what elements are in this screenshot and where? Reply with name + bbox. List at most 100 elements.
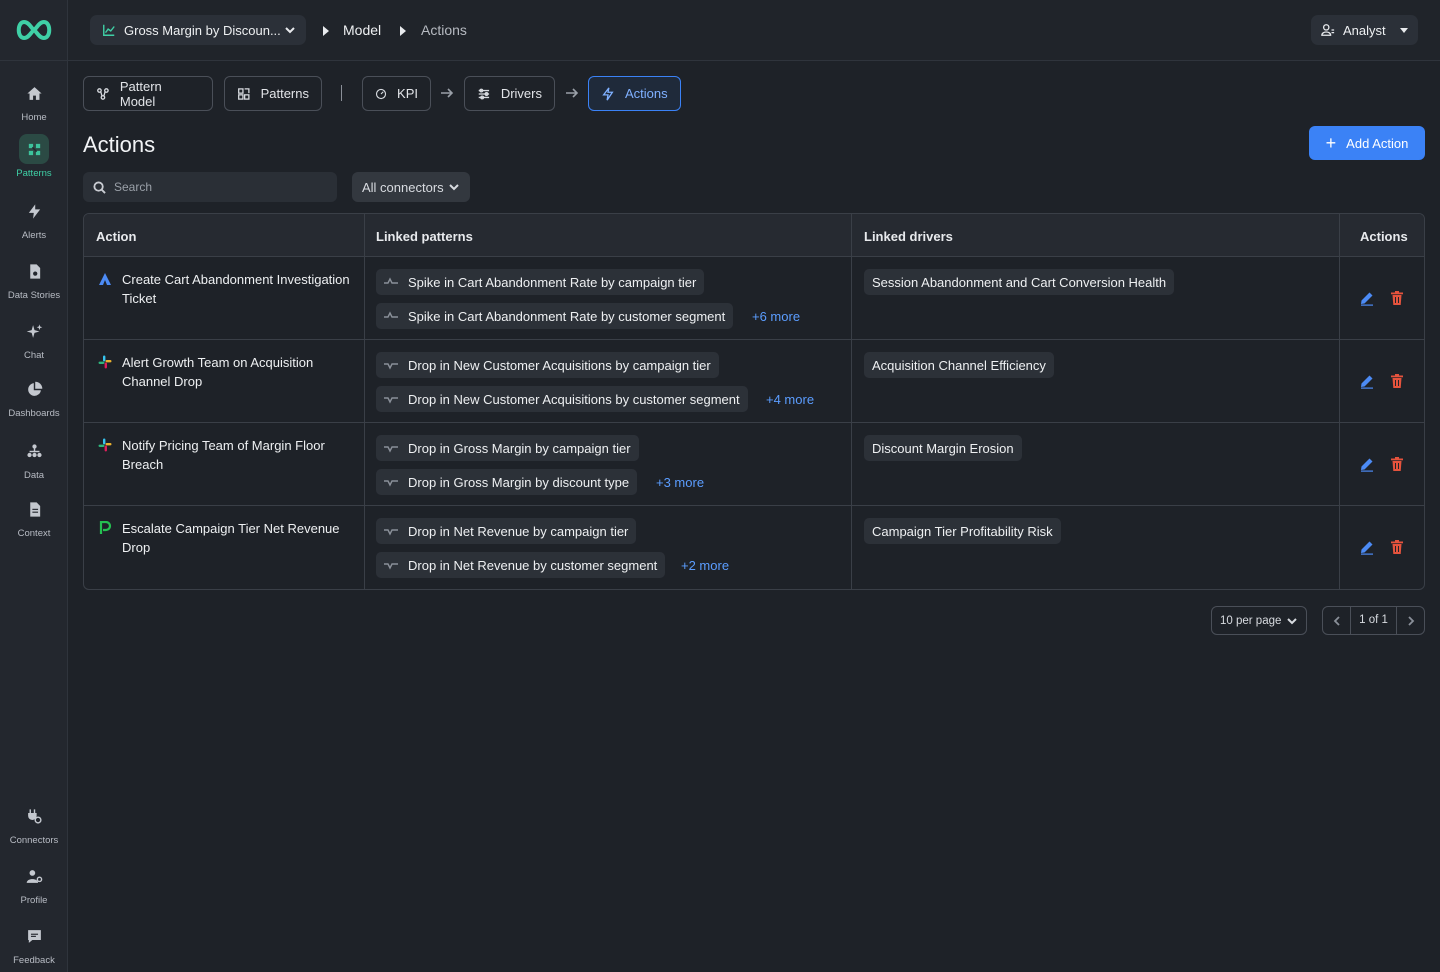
search-input[interactable] bbox=[114, 180, 314, 194]
linked-pattern-pill[interactable]: Spike in Cart Abandonment Rate by custom… bbox=[376, 303, 734, 329]
linked-pattern-pill[interactable]: Drop in Net Revenue by customer segment bbox=[376, 552, 666, 578]
linked-pattern-pill[interactable]: Spike in Cart Abandonment Rate by campai… bbox=[376, 269, 705, 295]
line-chart-icon bbox=[103, 24, 115, 36]
arrow-right-icon bbox=[441, 88, 454, 98]
linked-driver-pill[interactable]: Session Abandonment and Cart Conversion … bbox=[864, 269, 1175, 295]
pattern-label: Drop in New Customer Acquisitions by cam… bbox=[408, 357, 711, 373]
sparkline-icon bbox=[384, 277, 398, 284]
linked-pattern-pill[interactable]: Drop in Gross Margin by discount type bbox=[376, 469, 638, 495]
table-row: Notify Pricing Team of Margin Floor Brea… bbox=[84, 423, 1424, 506]
sidebar-item-label: Data bbox=[23, 470, 45, 481]
sidebar: Home Patterns Alerts Data Stories Chat D… bbox=[0, 0, 68, 972]
action-name[interactable]: Notify Pricing Team of Margin Floor Brea… bbox=[122, 436, 352, 474]
page-indicator: 1 of 1 bbox=[1359, 614, 1388, 626]
sidebar-item-label: Context bbox=[17, 528, 51, 539]
pattern-label: Drop in Gross Margin by discount type bbox=[408, 474, 630, 490]
sparkline-icon bbox=[384, 397, 398, 404]
linked-pattern-pill[interactable]: Drop in New Customer Acquisitions by cam… bbox=[376, 352, 719, 378]
sidebar-item-label: Data Stories bbox=[7, 290, 61, 301]
tab-pattern-model[interactable]: Pattern Model bbox=[83, 76, 213, 111]
tab-kpi[interactable]: KPI bbox=[362, 76, 431, 111]
per-page-select[interactable]: 10 per page bbox=[1211, 606, 1307, 635]
header-linked-patterns: Linked patterns bbox=[376, 229, 473, 244]
sidebar-item-home[interactable]: Home bbox=[0, 78, 68, 123]
chevron-down-icon bbox=[285, 27, 295, 34]
linked-pattern-pill[interactable]: Drop in Net Revenue by campaign tier bbox=[376, 518, 637, 544]
sparkline-icon bbox=[384, 563, 398, 570]
tab-divider bbox=[341, 85, 342, 101]
sidebar-item-context[interactable]: Context bbox=[0, 494, 68, 539]
linked-pattern-pill[interactable]: Drop in New Customer Acquisitions by cus… bbox=[376, 386, 748, 412]
sidebar-item-label: Alerts bbox=[21, 230, 47, 241]
sidebar-item-connectors[interactable]: Connectors bbox=[0, 801, 68, 846]
driver-label: Campaign Tier Profitability Risk bbox=[872, 523, 1053, 539]
slack-icon bbox=[98, 355, 112, 369]
add-action-button[interactable]: + Add Action bbox=[1309, 126, 1425, 160]
sidebar-item-chat[interactable]: Chat bbox=[0, 316, 68, 361]
delete-icon[interactable] bbox=[1389, 539, 1405, 555]
action-name[interactable]: Escalate Campaign Tier Net Revenue Drop bbox=[122, 519, 352, 557]
sidebar-item-profile[interactable]: Profile bbox=[0, 861, 68, 906]
sparkline-icon bbox=[384, 311, 398, 318]
delete-icon[interactable] bbox=[1389, 290, 1405, 306]
edit-icon[interactable] bbox=[1359, 373, 1375, 389]
connector-filter[interactable]: All connectors bbox=[352, 172, 470, 202]
pattern-label: Drop in New Customer Acquisitions by cus… bbox=[408, 391, 740, 407]
tab-drivers[interactable]: Drivers bbox=[464, 76, 555, 111]
more-patterns-link[interactable]: +6 more bbox=[752, 309, 800, 324]
pattern-label: Drop in Net Revenue by campaign tier bbox=[408, 523, 629, 539]
sidebar-item-data-stories[interactable]: Data Stories bbox=[0, 256, 68, 301]
table-row: Alert Growth Team on Acquisition Channel… bbox=[84, 340, 1424, 423]
linked-driver-pill[interactable]: Campaign Tier Profitability Risk bbox=[864, 518, 1061, 544]
linked-driver-pill[interactable]: Acquisition Channel Efficiency bbox=[864, 352, 1054, 378]
gauge-icon bbox=[375, 88, 387, 99]
plug-icon bbox=[27, 808, 42, 824]
pattern-label: Drop in Net Revenue by customer segment bbox=[408, 557, 658, 573]
breadcrumb-arrow-icon bbox=[323, 26, 329, 36]
sidebar-item-feedback[interactable]: Feedback bbox=[0, 921, 68, 966]
action-name[interactable]: Alert Growth Team on Acquisition Channel… bbox=[122, 353, 352, 391]
document-icon bbox=[29, 501, 40, 517]
sidebar-item-patterns[interactable]: Patterns bbox=[0, 134, 68, 179]
lightning-icon bbox=[602, 86, 614, 100]
breadcrumb-actions: Actions bbox=[421, 22, 467, 38]
sparkline-icon bbox=[384, 529, 398, 536]
delete-icon[interactable] bbox=[1389, 373, 1405, 389]
chevron-down-icon bbox=[449, 184, 459, 191]
driver-label: Session Abandonment and Cart Conversion … bbox=[872, 274, 1167, 290]
tab-label: Patterns bbox=[260, 86, 309, 101]
linked-pattern-pill[interactable]: Drop in Gross Margin by campaign tier bbox=[376, 435, 639, 461]
linked-driver-pill[interactable]: Discount Margin Erosion bbox=[864, 435, 1022, 461]
action-name[interactable]: Create Cart Abandonment Investigation Ti… bbox=[122, 270, 352, 308]
add-action-label: Add Action bbox=[1346, 135, 1409, 151]
more-patterns-link[interactable]: +3 more bbox=[656, 475, 704, 490]
logo-icon[interactable] bbox=[14, 16, 54, 44]
plus-icon: + bbox=[1325, 133, 1337, 153]
pagination: 1 of 1 bbox=[1322, 606, 1425, 635]
next-page-button[interactable] bbox=[1396, 607, 1424, 634]
data-tree-icon bbox=[26, 443, 42, 457]
tab-actions[interactable]: Actions bbox=[588, 76, 681, 111]
jira-icon bbox=[99, 273, 111, 285]
pattern-model-icon bbox=[97, 87, 109, 100]
more-patterns-link[interactable]: +4 more bbox=[766, 392, 814, 407]
model-select[interactable]: Gross Margin by Discoun... bbox=[90, 15, 306, 45]
more-patterns-link[interactable]: +2 more bbox=[681, 558, 729, 573]
breadcrumb-model[interactable]: Model bbox=[343, 22, 381, 38]
edit-icon[interactable] bbox=[1359, 456, 1375, 472]
sidebar-item-dashboards[interactable]: Dashboards bbox=[0, 374, 68, 419]
chat-bubble-icon bbox=[27, 929, 41, 943]
chevron-down-icon bbox=[1287, 617, 1297, 624]
edit-icon[interactable] bbox=[1359, 290, 1375, 306]
sidebar-item-alerts[interactable]: Alerts bbox=[0, 196, 68, 241]
connector-filter-label: All connectors bbox=[362, 179, 444, 195]
tab-patterns[interactable]: Patterns bbox=[224, 76, 322, 111]
delete-icon[interactable] bbox=[1389, 456, 1405, 472]
prev-page-button[interactable] bbox=[1323, 607, 1351, 634]
user-menu-button[interactable]: Analyst bbox=[1311, 15, 1418, 45]
page-title: Actions bbox=[83, 132, 156, 157]
edit-icon[interactable] bbox=[1359, 539, 1375, 555]
pattern-label: Drop in Gross Margin by campaign tier bbox=[408, 440, 631, 456]
sidebar-item-data[interactable]: Data bbox=[0, 436, 68, 481]
sidebar-item-label: Chat bbox=[23, 350, 45, 361]
